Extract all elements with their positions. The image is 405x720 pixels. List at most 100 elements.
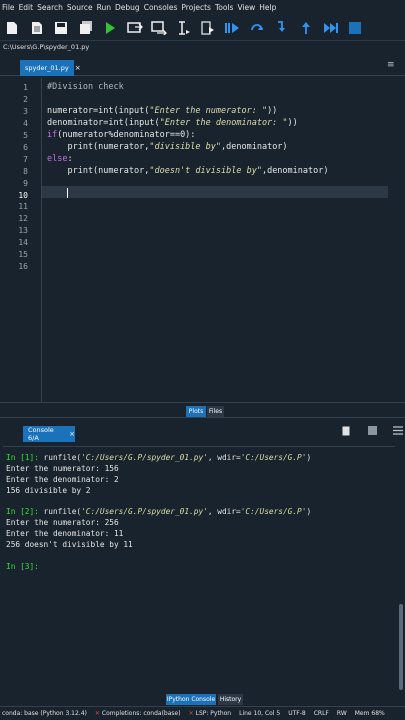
console-line: In [2]: runfile('C:/Users/G.P/spyder_01.…	[6, 507, 311, 516]
string-token: 'C:/Users/G.P/spyder_01.py'	[81, 507, 208, 516]
console-history-tabbar: IPython Console History	[0, 692, 405, 706]
run-icon[interactable]	[102, 19, 118, 37]
console-token: , wdir=	[207, 453, 241, 462]
run-selection-icon[interactable]	[176, 19, 192, 37]
console-scrollbar[interactable]	[399, 604, 403, 690]
console-output: Enter the denominator: 11	[6, 529, 124, 538]
console-output: 256 doesn't divisible by 11	[6, 540, 133, 549]
editor-tab-label: spyder_01.py	[25, 64, 69, 72]
console-output: Enter the numerator: 256	[6, 518, 119, 527]
tab-history[interactable]: History	[218, 694, 243, 705]
code-token: print(numerator,	[47, 142, 150, 152]
plots-files-tabbar: Plots Files	[0, 402, 405, 418]
console-tab[interactable]: Console 6/A ×	[23, 426, 75, 442]
menu-tools[interactable]: Tools	[215, 3, 233, 12]
tab-files[interactable]: Files	[207, 406, 224, 417]
input-prompt: In [1]:	[6, 453, 39, 462]
text-cursor	[67, 188, 68, 198]
line-number: 8	[23, 167, 28, 176]
line-number: 6	[23, 143, 28, 152]
menu-debug[interactable]: Debug	[115, 3, 140, 12]
editor-tab[interactable]: spyder_01.py ×	[20, 60, 81, 76]
step-into-icon[interactable]	[274, 19, 290, 37]
line-number: 10	[18, 191, 28, 200]
error-icon: ✕	[188, 710, 194, 717]
save-all-icon[interactable]	[78, 19, 94, 37]
toolbar	[0, 15, 405, 41]
line-number-gutter: 1 2 3 4 5 6 7 8 9 10 11 12 13 14 15 16	[0, 78, 36, 402]
menu-edit[interactable]: Edit	[19, 3, 34, 12]
code-token: ,denominator)	[261, 166, 329, 176]
string-token: "divisible by"	[149, 142, 222, 152]
copy-icon[interactable]	[339, 426, 353, 440]
code-token: denominator=int(input(	[47, 118, 160, 128]
line-number: 12	[18, 214, 28, 223]
save-file-icon[interactable]	[53, 19, 69, 37]
code-token: ))	[287, 118, 298, 128]
editor-pane: spyder_01.py × ≡ 1 2 3 4 5 6 7 8 9 10 11…	[0, 56, 405, 402]
menu-source[interactable]: Source	[67, 3, 93, 12]
code-line: denominator=int(input("Enter the denomin…	[47, 118, 298, 128]
menu-projects[interactable]: Projects	[181, 3, 211, 12]
stop-icon[interactable]	[347, 19, 363, 37]
console-token: runfile(	[38, 453, 82, 462]
string-token: 'C:/Users/G.P/spyder_01.py'	[81, 453, 208, 462]
menu-file[interactable]: File	[2, 3, 15, 12]
status-completions: Completions: conda(base)	[101, 710, 181, 717]
console-token: )	[306, 507, 312, 516]
debug-icon[interactable]	[224, 19, 241, 37]
console-line: In [1]: runfile('C:/Users/G.P/spyder_01.…	[6, 453, 311, 462]
status-conda: conda: base (Python 3.12.4)	[2, 710, 87, 717]
new-file-icon[interactable]	[4, 19, 20, 37]
line-number: 1	[23, 83, 28, 92]
code-token: :	[67, 154, 73, 164]
menu-consoles[interactable]: Consoles	[144, 3, 178, 12]
code-token: ,denominator)	[221, 142, 288, 152]
menu-search[interactable]: Search	[37, 3, 63, 12]
code-line: #Division check	[47, 82, 124, 92]
menu-bar: File Edit Search Source Run Debug Consol…	[0, 0, 405, 15]
line-number: 15	[18, 250, 28, 259]
menu-view[interactable]: View	[237, 3, 255, 12]
comment: #Division check	[47, 82, 124, 92]
ipython-console[interactable]: In [1]: runfile('C:/Users/G.P/spyder_01.…	[3, 446, 395, 690]
console-output: Enter the denominator: 2	[6, 475, 119, 484]
tab-ipython-console[interactable]: IPython Console	[166, 694, 216, 705]
menu-icon[interactable]	[391, 426, 405, 440]
console-token: runfile(	[38, 507, 82, 516]
status-mode: RW	[336, 710, 347, 717]
menu-icon[interactable]: ≡	[387, 60, 397, 70]
console-output: 156 divisible by 2	[6, 486, 91, 495]
run-cell-advance-icon[interactable]	[151, 19, 167, 37]
console-toolbar	[327, 426, 405, 440]
line-number: 9	[23, 179, 28, 188]
continue-icon[interactable]	[323, 19, 339, 37]
status-bar: conda: base (Python 3.12.4) ✕ Completion…	[0, 706, 405, 720]
line-number: 13	[18, 226, 28, 235]
string-token: "Enter the denominator: "	[159, 118, 288, 128]
editor-tabbar: spyder_01.py × ≡	[0, 56, 405, 76]
line-number: 16	[18, 262, 28, 271]
code-token: ))	[267, 106, 278, 116]
menu-run[interactable]: Run	[97, 3, 111, 12]
tab-plots[interactable]: Plots	[186, 406, 206, 417]
close-icon[interactable]: ×	[75, 64, 81, 72]
run-cell-icon[interactable]	[126, 19, 143, 37]
string-token: 'C:/Users/G.P'	[240, 507, 307, 516]
stop-icon[interactable]	[365, 426, 379, 440]
line-number: 5	[23, 131, 28, 140]
code-line: else:	[47, 154, 73, 164]
run-file-icon[interactable]	[200, 19, 216, 37]
console-line: In [3]:	[6, 562, 39, 571]
code-token: (numerator%denominator==0):	[57, 130, 196, 140]
step-icon[interactable]	[249, 19, 265, 37]
open-file-icon[interactable]	[29, 19, 45, 37]
close-icon[interactable]: ×	[69, 430, 75, 438]
step-return-icon[interactable]	[298, 19, 314, 37]
string-token: 'C:/Users/G.P'	[240, 453, 307, 462]
input-prompt: In [2]:	[6, 507, 39, 516]
code-token: print(numerator,	[47, 166, 150, 176]
code-editor[interactable]: 1 2 3 4 5 6 7 8 9 10 11 12 13 14 15 16 #…	[0, 78, 405, 402]
menu-help[interactable]: Help	[259, 3, 276, 12]
line-number: 14	[18, 238, 28, 247]
